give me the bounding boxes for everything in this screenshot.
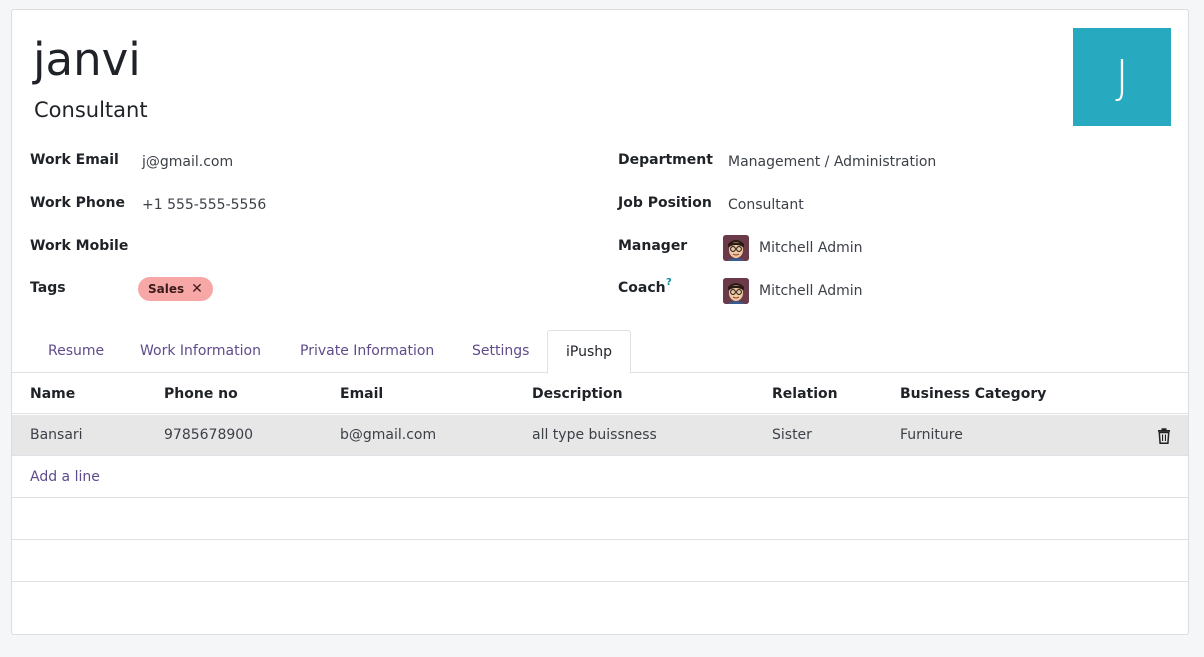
column-header-phone[interactable]: Phone no [164,374,238,414]
employee-name[interactable]: janvi [33,32,141,88]
job-position-label: Job Position [618,195,712,211]
empty-table-row [12,540,1188,582]
work-email-field[interactable]: j@gmail.com [142,152,233,172]
manager-field[interactable]: Mitchell Admin [759,238,863,258]
work-mobile-label: Work Mobile [30,238,129,254]
work-phone-label: Work Phone [30,195,125,211]
work-phone-field[interactable]: +1 555-555-5556 [142,195,266,215]
manager-label: Manager [618,238,688,254]
department-label: Department [618,152,713,168]
help-tooltip-icon[interactable]: ? [666,277,672,288]
tags-label: Tags [30,280,66,296]
cell-phone[interactable]: 9785678900 [164,415,253,456]
close-icon[interactable]: ✕ [191,282,203,296]
cell-email[interactable]: b@gmail.com [340,415,436,456]
coach-field[interactable]: Mitchell Admin [759,281,863,301]
trash-icon[interactable] [1157,428,1171,444]
user-avatar-icon [723,278,749,304]
tab-resume[interactable]: Resume [30,330,122,373]
employee-form-sheet: janvi Consultant J Work Email j@gmail.co… [11,9,1189,635]
column-header-email[interactable]: Email [340,374,383,414]
cell-relation[interactable]: Sister [772,415,812,456]
tab-ipushp[interactable]: iPushp [547,330,632,374]
work-mobile-field[interactable] [142,238,562,258]
cell-business-category[interactable]: Furniture [900,415,963,456]
table-header: Name Phone no Email Description Relation… [12,374,1188,414]
tab-settings[interactable]: Settings [454,330,547,373]
tab-private-information[interactable]: Private Information [282,330,452,373]
add-line-button[interactable]: Add a line [30,456,100,498]
column-header-relation[interactable]: Relation [772,374,838,414]
notebook-tabs: Resume Work Information Private Informat… [12,330,1188,374]
empty-table-row [12,498,1188,540]
column-header-business-category[interactable]: Business Category [900,374,1046,414]
job-position-field[interactable]: Consultant [728,195,804,215]
tab-work-information[interactable]: Work Information [122,330,279,373]
column-header-description[interactable]: Description [532,374,623,414]
cell-name[interactable]: Bansari [30,415,83,456]
cell-description[interactable]: all type buissness [532,415,657,456]
tag-sales: Sales ✕ [138,277,213,301]
employee-avatar[interactable]: J [1073,28,1171,126]
coach-label: Coach [618,280,666,296]
table-row[interactable]: Bansari 9785678900 b@gmail.com all type … [12,415,1188,456]
department-field[interactable]: Management / Administration [728,152,936,172]
user-avatar-icon [723,235,749,261]
employee-job-title[interactable]: Consultant [34,96,148,124]
work-email-label: Work Email [30,152,119,168]
column-header-name[interactable]: Name [30,374,75,414]
tag-label: Sales [148,282,185,296]
add-line-row: Add a line [12,456,1188,498]
